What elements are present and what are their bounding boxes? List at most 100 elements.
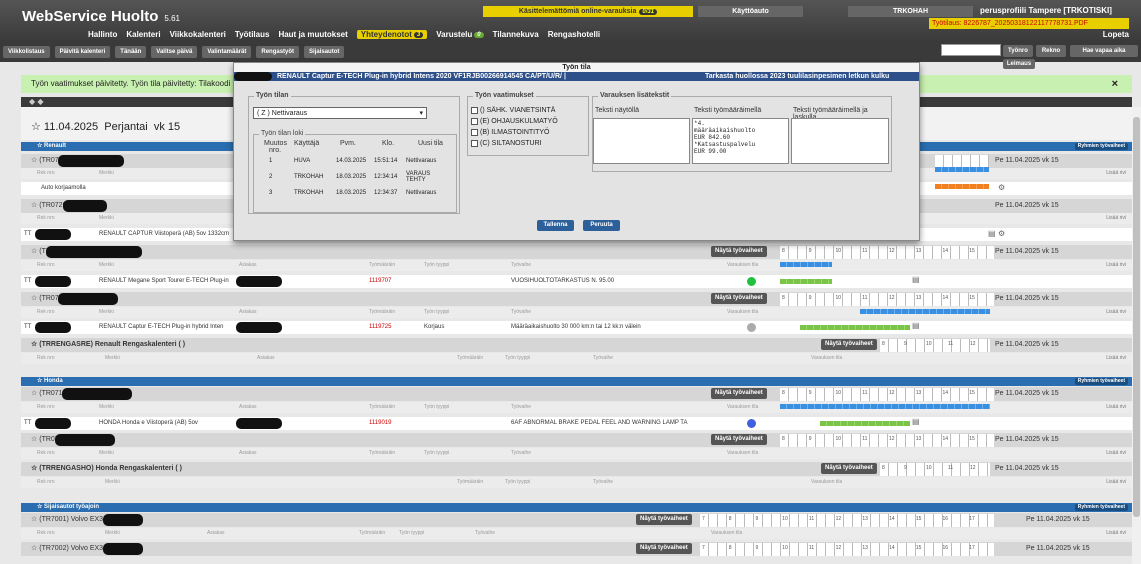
- nav-varustelu[interactable]: Varustelu 0: [436, 30, 484, 39]
- timeline-bar: [780, 262, 832, 267]
- scrollbar-thumb[interactable]: [1133, 117, 1140, 517]
- nav-tyotilaus[interactable]: Työtilaus: [235, 30, 270, 39]
- timeline-tick: 10: [835, 390, 842, 396]
- settings-icon[interactable]: ⚙: [998, 183, 1005, 192]
- modal-title: Työn tila: [234, 63, 919, 72]
- timeline-tick: 9: [904, 341, 907, 347]
- timeline-tick: 9: [808, 295, 812, 301]
- timeline-tick: 11: [862, 295, 868, 301]
- nav-hallinto[interactable]: Hallinto: [88, 30, 117, 39]
- table-row[interactable]: TT RENAULT Captur E-TECH Plug-in hybrid I…: [21, 321, 1132, 334]
- timeline-tick: 11: [862, 436, 868, 442]
- car-button[interactable]: Käyttöauto: [698, 6, 803, 17]
- timeline-tick: 8: [782, 295, 785, 301]
- work-number-input[interactable]: [941, 44, 1001, 56]
- section-honda: ☆ Honda Ryhmien työvaiheet: [21, 377, 1132, 386]
- order-pdf-link[interactable]: Työtilaus: 8226787_20250318122117778731.…: [929, 18, 1129, 29]
- rekno-button[interactable]: Rekno: [1036, 45, 1066, 57]
- extra-text-fieldset: Varauksen lisätekstit Teksti näytöllä Te…: [592, 92, 892, 172]
- text-display-textarea[interactable]: [593, 118, 690, 164]
- timeline-tick: 16: [942, 545, 949, 551]
- nav-kalenteri[interactable]: Kalenteri: [126, 30, 160, 39]
- chevron-down-icon: ▾: [419, 110, 423, 117]
- req-checkbox[interactable]: (E) OHJAUSKULMATYÖ: [471, 117, 558, 126]
- timeline-tick: 14: [942, 295, 949, 301]
- timeline-bar: [820, 421, 910, 426]
- online-bookings-alert[interactable]: Käsittelemättömiä online-varauksia 0/31: [483, 6, 693, 17]
- req-checkbox[interactable]: (B) ILMASTOINTITYÖ: [471, 128, 550, 137]
- timeline-tick: 9: [755, 516, 759, 522]
- timeline-tick: 11: [862, 248, 868, 254]
- status-dot: [747, 277, 756, 286]
- column-header: Rek nro Merkki Työmääräin Työn tyyppi Työvai…: [21, 477, 1132, 488]
- column-header: Rek nro Merkki Asiakas Työmääräin Työn tyypp…: [21, 353, 1132, 364]
- timeline-tick: 15: [969, 390, 975, 396]
- timeline-tick: 17: [969, 545, 975, 551]
- req-checkbox[interactable]: () SÄHK. VIANETSINTÄ: [471, 106, 555, 115]
- timeline-bar: [935, 184, 989, 189]
- btn-rengastyot[interactable]: Rengastyöt: [256, 45, 300, 58]
- btn-tanaan[interactable]: Tänään: [115, 45, 147, 58]
- edit-icon[interactable]: ▤: [912, 321, 920, 330]
- settings-icon[interactable]: ⚙: [998, 229, 1005, 238]
- btn-viikkolistaus[interactable]: Viikkolistaus: [3, 45, 50, 58]
- section-sijaisautot: ☆ Sijaisautot työajoin Ryhmien työvaiheet: [21, 503, 1132, 512]
- btn-sijaisautot[interactable]: Sijaisautot: [304, 45, 345, 58]
- timeline-tick: 9: [808, 436, 812, 442]
- close-icon[interactable]: ×: [1112, 78, 1118, 90]
- timeline-tick: 10: [835, 295, 842, 301]
- timeline-tick: 15: [969, 436, 975, 442]
- timeline-tick: 14: [942, 248, 949, 254]
- nav-rengashotelli[interactable]: Rengashotelli: [548, 30, 600, 39]
- timeline-tick: 12: [889, 295, 895, 301]
- timeline-tick: 15: [915, 545, 922, 551]
- text-order-textarea[interactable]: *4. määräaikaishuolto EUR 842.60 *Katsas…: [692, 118, 789, 164]
- column-header: Rek nro Merkki Asiakas Työmääräin Työn tyypp…: [21, 260, 1132, 271]
- timeline-tick: 12: [970, 341, 976, 347]
- vehicle-note: Tarkasta huollossa 2023 tuulilasinpesime…: [705, 73, 890, 80]
- find-free-time-button[interactable]: Hae vapaa aika: [1070, 45, 1138, 57]
- btn-paivita[interactable]: Päivitä kalenteri: [54, 45, 111, 58]
- timeline-tick: 9: [904, 465, 907, 471]
- btn-valintamaarat[interactable]: Valintamäärät: [202, 45, 252, 58]
- edit-icon[interactable]: ▤: [912, 275, 920, 284]
- redacted: [35, 322, 71, 333]
- text-invoice-textarea[interactable]: [791, 118, 889, 164]
- redacted: [58, 155, 124, 167]
- req-checkbox[interactable]: (C) SILTANOSTURI: [471, 139, 542, 148]
- leimaus-button[interactable]: Leimaus: [1003, 59, 1035, 69]
- timeline-tick: 13: [915, 295, 922, 301]
- user-code: TRKOHAH: [848, 6, 973, 17]
- edit-icon[interactable]: ▤: [912, 417, 920, 426]
- timeline: 7 8 9 10 11 12 13 14 15 16 17: [700, 514, 994, 527]
- btn-valitse-paiva[interactable]: Valitse päivä: [151, 45, 198, 58]
- edit-icon[interactable]: ▤: [988, 229, 996, 238]
- app-title: WebService Huolto 5.61: [22, 8, 180, 25]
- nav-haut[interactable]: Haut ja muutokset: [278, 30, 347, 39]
- save-button[interactable]: Tallenna: [537, 220, 574, 231]
- timeline-tick: 15: [969, 248, 975, 254]
- timeline: 8 9 10 11 12: [880, 339, 990, 352]
- cancel-button[interactable]: Peruuta: [583, 220, 620, 231]
- timeline-tick: 11: [808, 516, 815, 522]
- nav-viikkokalenteri[interactable]: Viikkokalenteri: [170, 30, 226, 39]
- timeline-tick: 14: [942, 390, 949, 396]
- logout-link[interactable]: Lopeta: [1103, 30, 1129, 39]
- table-row[interactable]: TT HONDA Honda e Viistoperä (AB) 5ov 11190…: [21, 417, 1132, 430]
- redacted: [103, 514, 143, 526]
- status-select[interactable]: ( Z ) Nettivaraus ▾: [253, 107, 427, 119]
- redacted: [35, 276, 71, 287]
- column-header: Rek nro Merkki Asiakas Työmääräin Työn tyypp…: [21, 448, 1132, 459]
- nav-yhteydenotot[interactable]: Yhteydenotot 3: [356, 30, 428, 39]
- table-row[interactable]: TT RENAULT Megane Sport Tourer E-TECH Plu…: [21, 275, 1132, 288]
- nav-tilannekuva[interactable]: Tilannekuva: [493, 30, 539, 39]
- timeline-bar: [860, 309, 990, 314]
- timeline-tick: 11: [948, 341, 954, 347]
- timeline: 8 9 10 11 12: [880, 463, 990, 476]
- work-number-button[interactable]: Työnro: [1003, 45, 1033, 57]
- redacted: [35, 229, 71, 240]
- history-fieldset: Työn tilan loki Muutos nro. Käyttäjä Pvm…: [253, 130, 457, 213]
- status-dot: [747, 419, 756, 428]
- tila-fieldset: Työn tilan ( Z ) Nettivaraus ▾ Työn tilan…: [248, 92, 460, 214]
- main-nav: Hallinto Kalenteri Viikkokalenteri Työti…: [88, 30, 600, 39]
